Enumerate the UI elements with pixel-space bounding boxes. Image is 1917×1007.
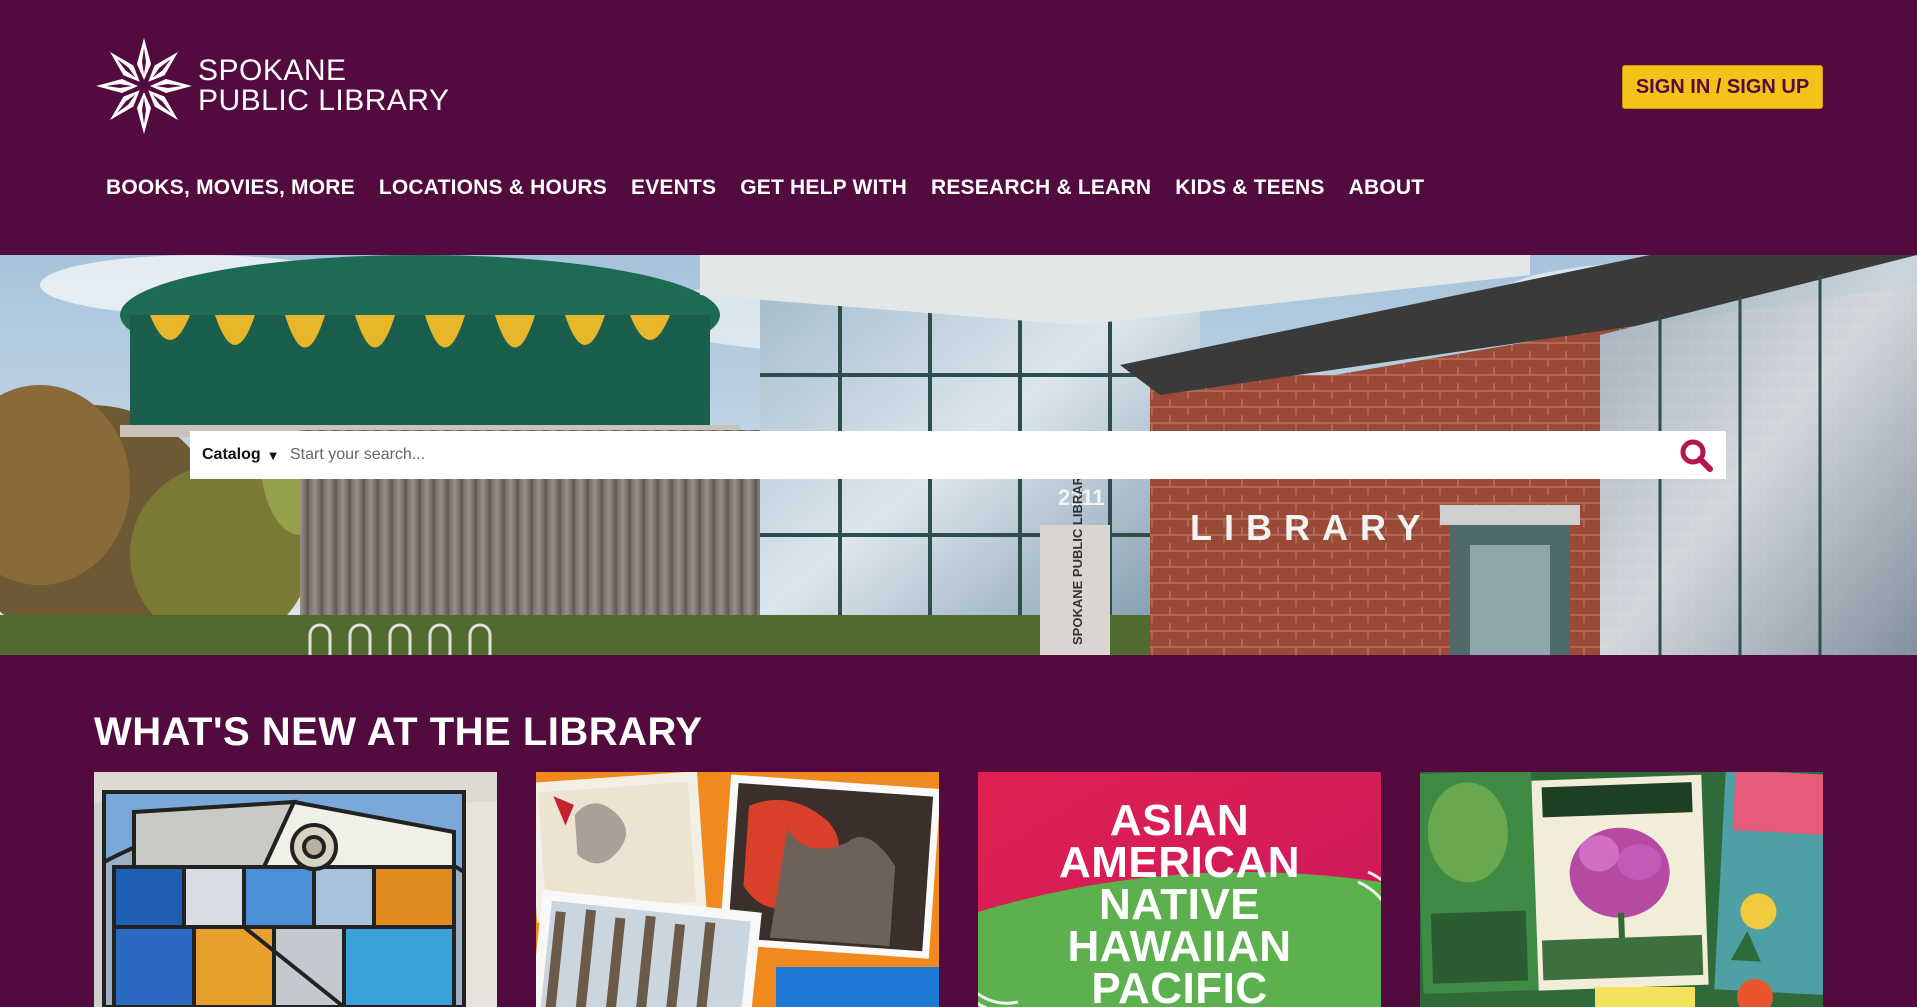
vertical-sign-text: SPOKANE PUBLIC LIBRARY (1070, 467, 1085, 645)
search-scope-dropdown[interactable]: Catalog ▼ (190, 446, 290, 464)
nav-events[interactable]: EVENTS (631, 176, 716, 200)
nav-kids-teens[interactable]: KIDS & TEENS (1175, 176, 1324, 200)
news-card-gardening-books[interactable] (1420, 772, 1823, 1007)
news-card-stained-glass[interactable] (94, 772, 497, 1007)
star-flower-logo-icon (96, 38, 192, 134)
heritage-line-1: ASIAN (1109, 796, 1250, 845)
news-card-list: ASIAN AMERICAN NATIVE HAWAIIAN PACIFIC (94, 772, 1824, 1007)
chevron-down-icon: ▼ (266, 447, 280, 463)
news-card-heritage-month[interactable]: ASIAN AMERICAN NATIVE HAWAIIAN PACIFIC (978, 772, 1381, 1007)
search-scope-label: Catalog (202, 446, 261, 463)
section-title-whats-new: WHAT'S NEW AT THE LIBRARY (94, 710, 703, 754)
search-input[interactable] (290, 432, 1666, 478)
sign-in-button[interactable]: SIGN IN / SIGN UP (1622, 65, 1823, 109)
heritage-month-title: ASIAN AMERICAN NATIVE HAWAIIAN PACIFIC (978, 796, 1381, 1007)
search-button[interactable] (1666, 431, 1726, 479)
gardening-books-image (1420, 772, 1823, 1007)
site-logo[interactable]: SPOKANE PUBLIC LIBRARY (94, 36, 450, 136)
heritage-line-2: AMERICAN (1058, 838, 1301, 887)
nav-about[interactable]: ABOUT (1349, 176, 1425, 200)
nav-books-movies-more[interactable]: BOOKS, MOVIES, MORE (106, 176, 355, 200)
heritage-line-3: NATIVE (1098, 880, 1261, 929)
logo-line-2: PUBLIC LIBRARY (198, 84, 450, 117)
site-header: SPOKANE PUBLIC LIBRARY SIGN IN / SIGN UP… (0, 0, 1917, 255)
catalog-search-bar: Catalog ▼ (190, 431, 1726, 479)
heritage-line-4: HAWAIIAN (1067, 922, 1292, 971)
nav-locations-hours[interactable]: LOCATIONS & HOURS (379, 176, 607, 200)
art-collage-image (536, 772, 939, 1007)
news-card-art-collage[interactable] (536, 772, 939, 1007)
heritage-line-5: PACIFIC (1091, 964, 1268, 1007)
search-icon (1680, 439, 1713, 472)
nav-research-learn[interactable]: RESEARCH & LEARN (931, 176, 1151, 200)
stained-glass-image (94, 772, 497, 1007)
logo-line-1: SPOKANE (198, 54, 347, 87)
logo-wordmark: SPOKANE PUBLIC LIBRARY (198, 56, 450, 116)
library-sign-text: LIBRARY (1190, 507, 1433, 548)
main-nav: BOOKS, MOVIES, MORE LOCATIONS & HOURS EV… (106, 176, 1448, 200)
nav-get-help-with[interactable]: GET HELP WITH (740, 176, 907, 200)
